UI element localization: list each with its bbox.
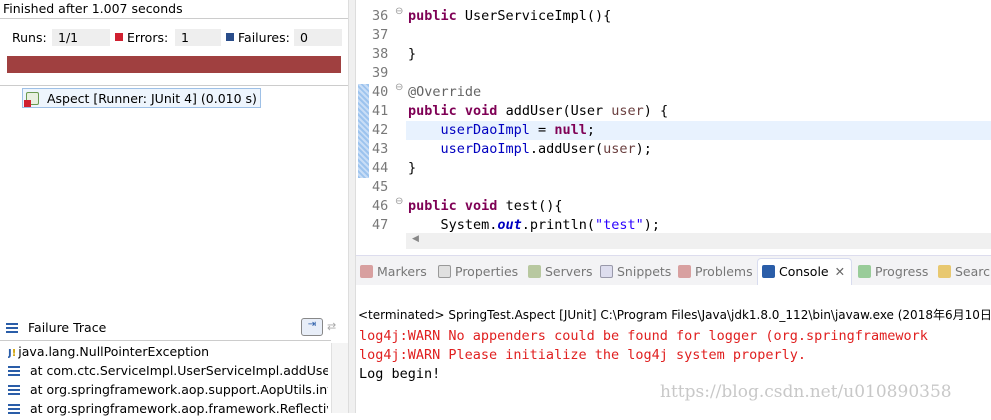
properties-icon — [438, 265, 451, 278]
divider — [0, 340, 331, 341]
tab-label: Problems — [695, 264, 753, 279]
failure-icon — [226, 33, 234, 41]
method-range-indicator — [358, 84, 369, 178]
line-number: 45 — [372, 179, 389, 195]
errors-label: Errors: — [127, 30, 169, 45]
progress-bar — [7, 56, 341, 73]
tab-label: Progress — [875, 264, 929, 279]
tab-properties[interactable]: Properties — [438, 264, 518, 279]
tab-label: Console — [779, 264, 829, 279]
line-number: 43 — [372, 141, 389, 157]
console-line: log4j:WARN Please initialize the log4j s… — [359, 347, 807, 363]
code-line: System.out.println("test"); — [408, 217, 661, 233]
line-number: 41 — [372, 103, 389, 119]
close-icon[interactable]: ✕ — [835, 264, 845, 279]
tab-label: Properties — [455, 264, 519, 279]
trace-row[interactable]: at com.ctc.ServiceImpl.UserServiceImpl.a… — [8, 363, 328, 382]
line-number: 37 — [372, 27, 389, 43]
tab-servers[interactable]: Servers — [528, 264, 593, 279]
code-line: } — [408, 160, 417, 176]
line-number: 47 — [372, 217, 389, 233]
code-line: } — [408, 46, 417, 62]
servers-icon — [528, 265, 541, 278]
tab-problems[interactable]: Problems — [678, 264, 753, 279]
fold-icon[interactable]: ⊖ — [395, 6, 403, 17]
line-number: 39 — [372, 65, 389, 81]
snippets-icon — [600, 265, 613, 278]
test-tree-label: Aspect [Runner: JUnit 4] (0.010 s) — [46, 91, 257, 106]
code-line: userDaoImpl = null; — [440, 122, 595, 138]
code-line: @Override — [408, 84, 482, 100]
code-line: public UserServiceImpl(){ — [408, 8, 612, 24]
trace-text: at com.ctc.ServiceImpl.UserServiceImpl.a… — [30, 363, 328, 378]
exception-icon: J! — [8, 348, 17, 359]
progress-icon — [858, 265, 871, 278]
stack-frame-icon — [8, 385, 20, 395]
failure-trace-label: Failure Trace — [28, 320, 107, 335]
editor-horizontal-scrollbar[interactable]: ◀ — [406, 233, 991, 249]
runs-value: 1/1 — [52, 29, 110, 46]
divider — [0, 85, 348, 86]
code-line: public void test(){ — [408, 198, 563, 214]
errors-value: 1 — [175, 29, 221, 46]
test-tree-item[interactable]: Aspect [Runner: JUnit 4] (0.010 s) — [22, 88, 261, 108]
test-suite-error-icon — [24, 92, 39, 107]
filter-stack-button[interactable]: ⇥ — [301, 318, 323, 336]
tab-markers[interactable]: Markers — [360, 264, 427, 279]
junit-status: Finished after 1.007 seconds — [3, 1, 183, 16]
failure-trace-header: Failure Trace — [6, 320, 106, 335]
code-line: userDaoImpl.addUser(user); — [440, 141, 652, 157]
trace-row[interactable]: at org.springframework.aop.support.AopUt… — [8, 382, 328, 401]
tab-label: Servers — [545, 264, 593, 279]
line-number: 38 — [372, 46, 389, 62]
divider — [0, 18, 348, 19]
junit-panel: Finished after 1.007 seconds Runs: 1/1 E… — [0, 0, 350, 416]
failures-value: 0 — [294, 29, 342, 46]
tab-label: Snippets — [617, 264, 672, 279]
watermark: https://blog.csdn.net/u010890358 — [660, 382, 952, 402]
trace-row[interactable]: J! java.lang.NullPointerException — [8, 344, 328, 363]
compare-result-button[interactable]: ⇄ — [327, 320, 336, 333]
stack-frame-icon — [8, 366, 20, 376]
error-icon — [115, 33, 123, 41]
search-icon — [938, 265, 951, 278]
tab-console[interactable]: Console ✕ — [757, 258, 853, 285]
problems-icon — [678, 265, 691, 278]
trace-scrollbar[interactable] — [331, 343, 348, 413]
console-line: Log begin! — [359, 366, 441, 382]
line-number: 42 — [372, 122, 389, 138]
console-line: log4j:WARN No appenders could be found f… — [359, 328, 928, 344]
tab-search[interactable]: Search — [938, 264, 991, 279]
tab-progress[interactable]: Progress — [858, 264, 928, 279]
console-header: <terminated> SpringTest.Aspect [JUnit] C… — [358, 308, 991, 322]
trace-text: at org.springframework.aop.framework.Ref… — [30, 401, 328, 416]
tab-label: Markers — [377, 264, 427, 279]
fold-icon[interactable]: ⊖ — [395, 196, 403, 207]
trace-text: java.lang.NullPointerException — [18, 344, 210, 359]
trace-row[interactable]: at org.springframework.aop.framework.Ref… — [8, 401, 328, 420]
tab-snippets[interactable]: Snippets — [600, 264, 671, 279]
failures-label: Failures: — [238, 30, 290, 45]
markers-icon — [360, 265, 373, 278]
code-line: public void addUser(User user) { — [408, 103, 669, 119]
fold-icon[interactable]: ⊖ — [395, 82, 403, 93]
console-icon — [762, 265, 775, 278]
line-number: 44 — [372, 160, 389, 176]
stack-trace-icon — [6, 323, 18, 333]
sash[interactable] — [348, 0, 356, 413]
tab-label: Search — [955, 264, 991, 279]
runs-label: Runs: — [12, 30, 47, 45]
trace-text: at org.springframework.aop.support.AopUt… — [30, 382, 328, 397]
scroll-left-icon[interactable]: ◀ — [412, 234, 419, 244]
